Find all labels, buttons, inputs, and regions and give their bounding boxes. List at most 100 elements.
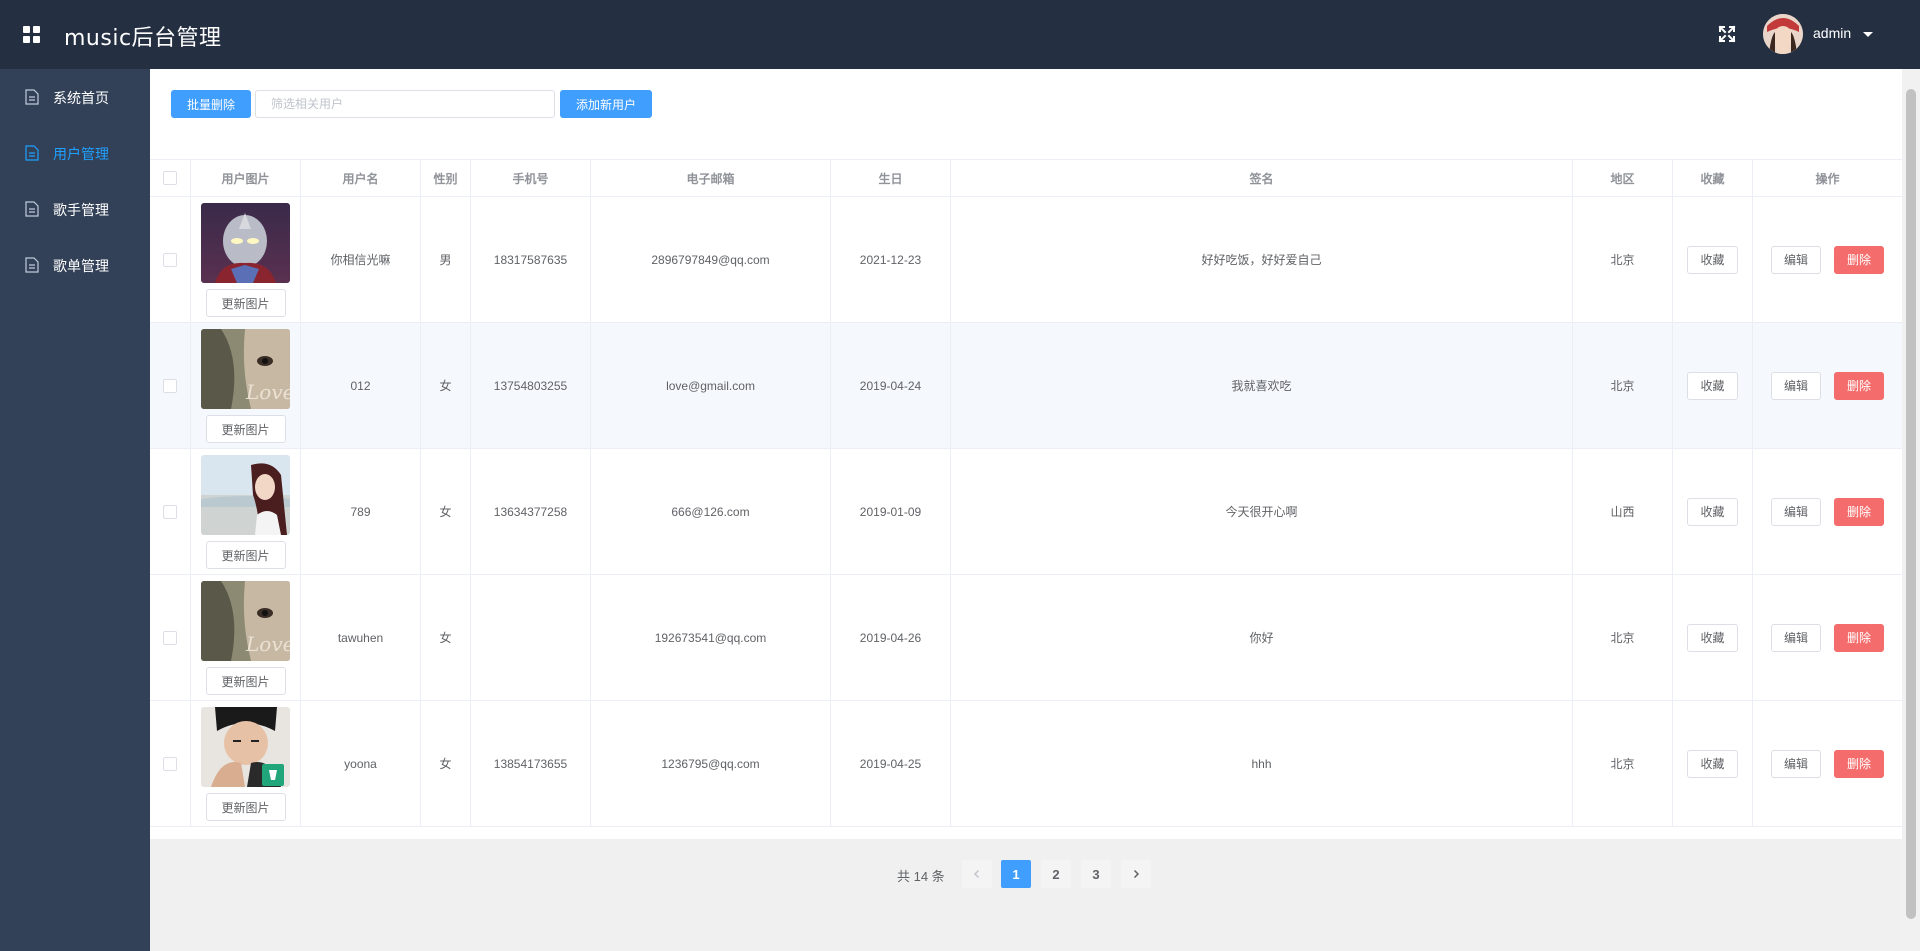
column-header: 收藏: [1673, 160, 1753, 196]
column-header: 电子邮箱: [591, 160, 831, 196]
sidebar-item-label: 歌单管理: [53, 258, 109, 274]
sidebar-item-label: 歌手管理: [53, 202, 109, 218]
collect-button[interactable]: 收藏: [1687, 245, 1738, 274]
add-user-button[interactable]: 添加新用户: [560, 90, 652, 118]
next-page-button[interactable]: [1121, 860, 1151, 888]
photo-cell: 更新图片: [191, 701, 301, 826]
sidebar-item-home[interactable]: 系统首页: [0, 69, 150, 125]
caret-down-icon[interactable]: [1863, 32, 1873, 37]
svg-text:Love: Love: [245, 632, 290, 656]
email-cell: 2896797849@qq.com: [591, 197, 831, 322]
email-cell: love@gmail.com: [591, 323, 831, 448]
user-photo: [201, 203, 290, 283]
gender-cell: 女: [421, 701, 471, 826]
table-row: Love 更新图片 tawuhen 女 192673541@qq.com 201…: [150, 575, 1902, 701]
scrollbar-thumb[interactable]: [1906, 89, 1916, 919]
select-all-checkbox[interactable]: [163, 171, 177, 185]
collect-button[interactable]: 收藏: [1687, 497, 1738, 526]
update-photo-button[interactable]: 更新图片: [205, 415, 286, 443]
table-header: 用户图片 用户名 性别 手机号 电子邮箱 生日 签名 地区 收藏 操作: [150, 160, 1902, 197]
row-checkbox[interactable]: [163, 756, 177, 771]
page-2-button[interactable]: 2: [1041, 860, 1071, 888]
edit-button[interactable]: 编辑: [1770, 623, 1821, 652]
row-checkbox[interactable]: [163, 252, 177, 267]
edit-button[interactable]: 编辑: [1770, 245, 1821, 274]
row-select-cell: [150, 575, 191, 700]
row-checkbox[interactable]: [163, 378, 177, 393]
signature-cell: 你好: [951, 575, 1573, 700]
gender-cell: 女: [421, 449, 471, 574]
collect-button[interactable]: 收藏: [1687, 623, 1738, 652]
prev-page-button[interactable]: [962, 860, 992, 888]
row-select-cell: [150, 449, 191, 574]
update-photo-button[interactable]: 更新图片: [205, 667, 286, 695]
svg-text:Love: Love: [245, 380, 290, 404]
ops-cell: 编辑 删除: [1753, 449, 1902, 574]
delete-button[interactable]: 删除: [1834, 371, 1885, 400]
document-icon: [25, 89, 39, 105]
user-photo: [201, 455, 290, 535]
phone-cell: 13754803255: [471, 323, 591, 448]
ops-cell: 编辑 删除: [1753, 575, 1902, 700]
delete-button[interactable]: 删除: [1834, 245, 1885, 274]
photo-cell: Love 更新图片: [191, 575, 301, 700]
sidebar-item-users[interactable]: 用户管理: [0, 125, 150, 181]
collect-button[interactable]: 收藏: [1687, 371, 1738, 400]
row-checkbox[interactable]: [163, 504, 177, 519]
row-select-cell: [150, 323, 191, 448]
table-row: 更新图片 789 女 13634377258 666@126.com 2019-…: [150, 449, 1902, 575]
email-cell: 192673541@qq.com: [591, 575, 831, 700]
collect-cell: 收藏: [1673, 575, 1753, 700]
collect-button[interactable]: 收藏: [1687, 749, 1738, 778]
search-input[interactable]: [255, 90, 555, 118]
delete-button[interactable]: 删除: [1834, 749, 1885, 778]
table-row: 更新图片 yoona 女 13854173655 1236795@qq.com …: [150, 701, 1902, 827]
birthday-cell: 2019-04-24: [831, 323, 951, 448]
page-scrollbar[interactable]: [1902, 69, 1920, 951]
email-cell: 666@126.com: [591, 449, 831, 574]
column-header: 地区: [1573, 160, 1673, 196]
document-icon: [25, 201, 39, 217]
gender-cell: 女: [421, 323, 471, 448]
photo-cell: 更新图片: [191, 197, 301, 322]
fullscreen-icon[interactable]: [1717, 24, 1737, 44]
update-photo-button[interactable]: 更新图片: [205, 541, 286, 569]
edit-button[interactable]: 编辑: [1770, 497, 1821, 526]
menu-collapse-icon[interactable]: [23, 26, 41, 44]
user-avatar[interactable]: [1763, 14, 1803, 54]
column-header: 手机号: [471, 160, 591, 196]
update-photo-button[interactable]: 更新图片: [205, 289, 286, 317]
region-cell: 山西: [1573, 449, 1673, 574]
region-cell: 北京: [1573, 197, 1673, 322]
delete-button[interactable]: 删除: [1834, 623, 1885, 652]
phone-cell: 13634377258: [471, 449, 591, 574]
update-photo-button[interactable]: 更新图片: [205, 793, 286, 821]
app-title: music后台管理: [64, 26, 222, 51]
sidebar-item-playlists[interactable]: 歌单管理: [0, 237, 150, 293]
chevron-left-icon: [973, 869, 980, 879]
edit-button[interactable]: 编辑: [1770, 371, 1821, 400]
ops-cell: 编辑 删除: [1753, 323, 1902, 448]
page-1-button[interactable]: 1: [1001, 860, 1031, 888]
collect-cell: 收藏: [1673, 323, 1753, 448]
page-3-button[interactable]: 3: [1081, 860, 1111, 888]
user-photo: Love: [201, 329, 290, 409]
sidebar-item-singers[interactable]: 歌手管理: [0, 181, 150, 237]
document-icon: [25, 145, 39, 161]
phone-cell: 13854173655: [471, 701, 591, 826]
table-row: Love 更新图片 012 女 13754803255 love@gmail.c…: [150, 323, 1902, 449]
user-panel: 批量删除 添加新用户 用户图片 用户名 性别 手机号 电子邮箱 生日 签名 地区…: [150, 69, 1902, 839]
batch-delete-button[interactable]: 批量删除: [171, 90, 251, 118]
username-label[interactable]: admin: [1813, 25, 1851, 41]
username-cell: yoona: [301, 701, 421, 826]
edit-button[interactable]: 编辑: [1770, 749, 1821, 778]
row-checkbox[interactable]: [163, 630, 177, 645]
table-row: 更新图片 你相信光嘛 男 18317587635 2896797849@qq.c…: [150, 197, 1902, 323]
collect-cell: 收藏: [1673, 197, 1753, 322]
username-cell: tawuhen: [301, 575, 421, 700]
total-count: 共 14 条: [897, 869, 945, 884]
row-select-cell: [150, 197, 191, 322]
delete-button[interactable]: 删除: [1834, 497, 1885, 526]
signature-cell: 我就喜欢吃: [951, 323, 1573, 448]
column-header: 生日: [831, 160, 951, 196]
